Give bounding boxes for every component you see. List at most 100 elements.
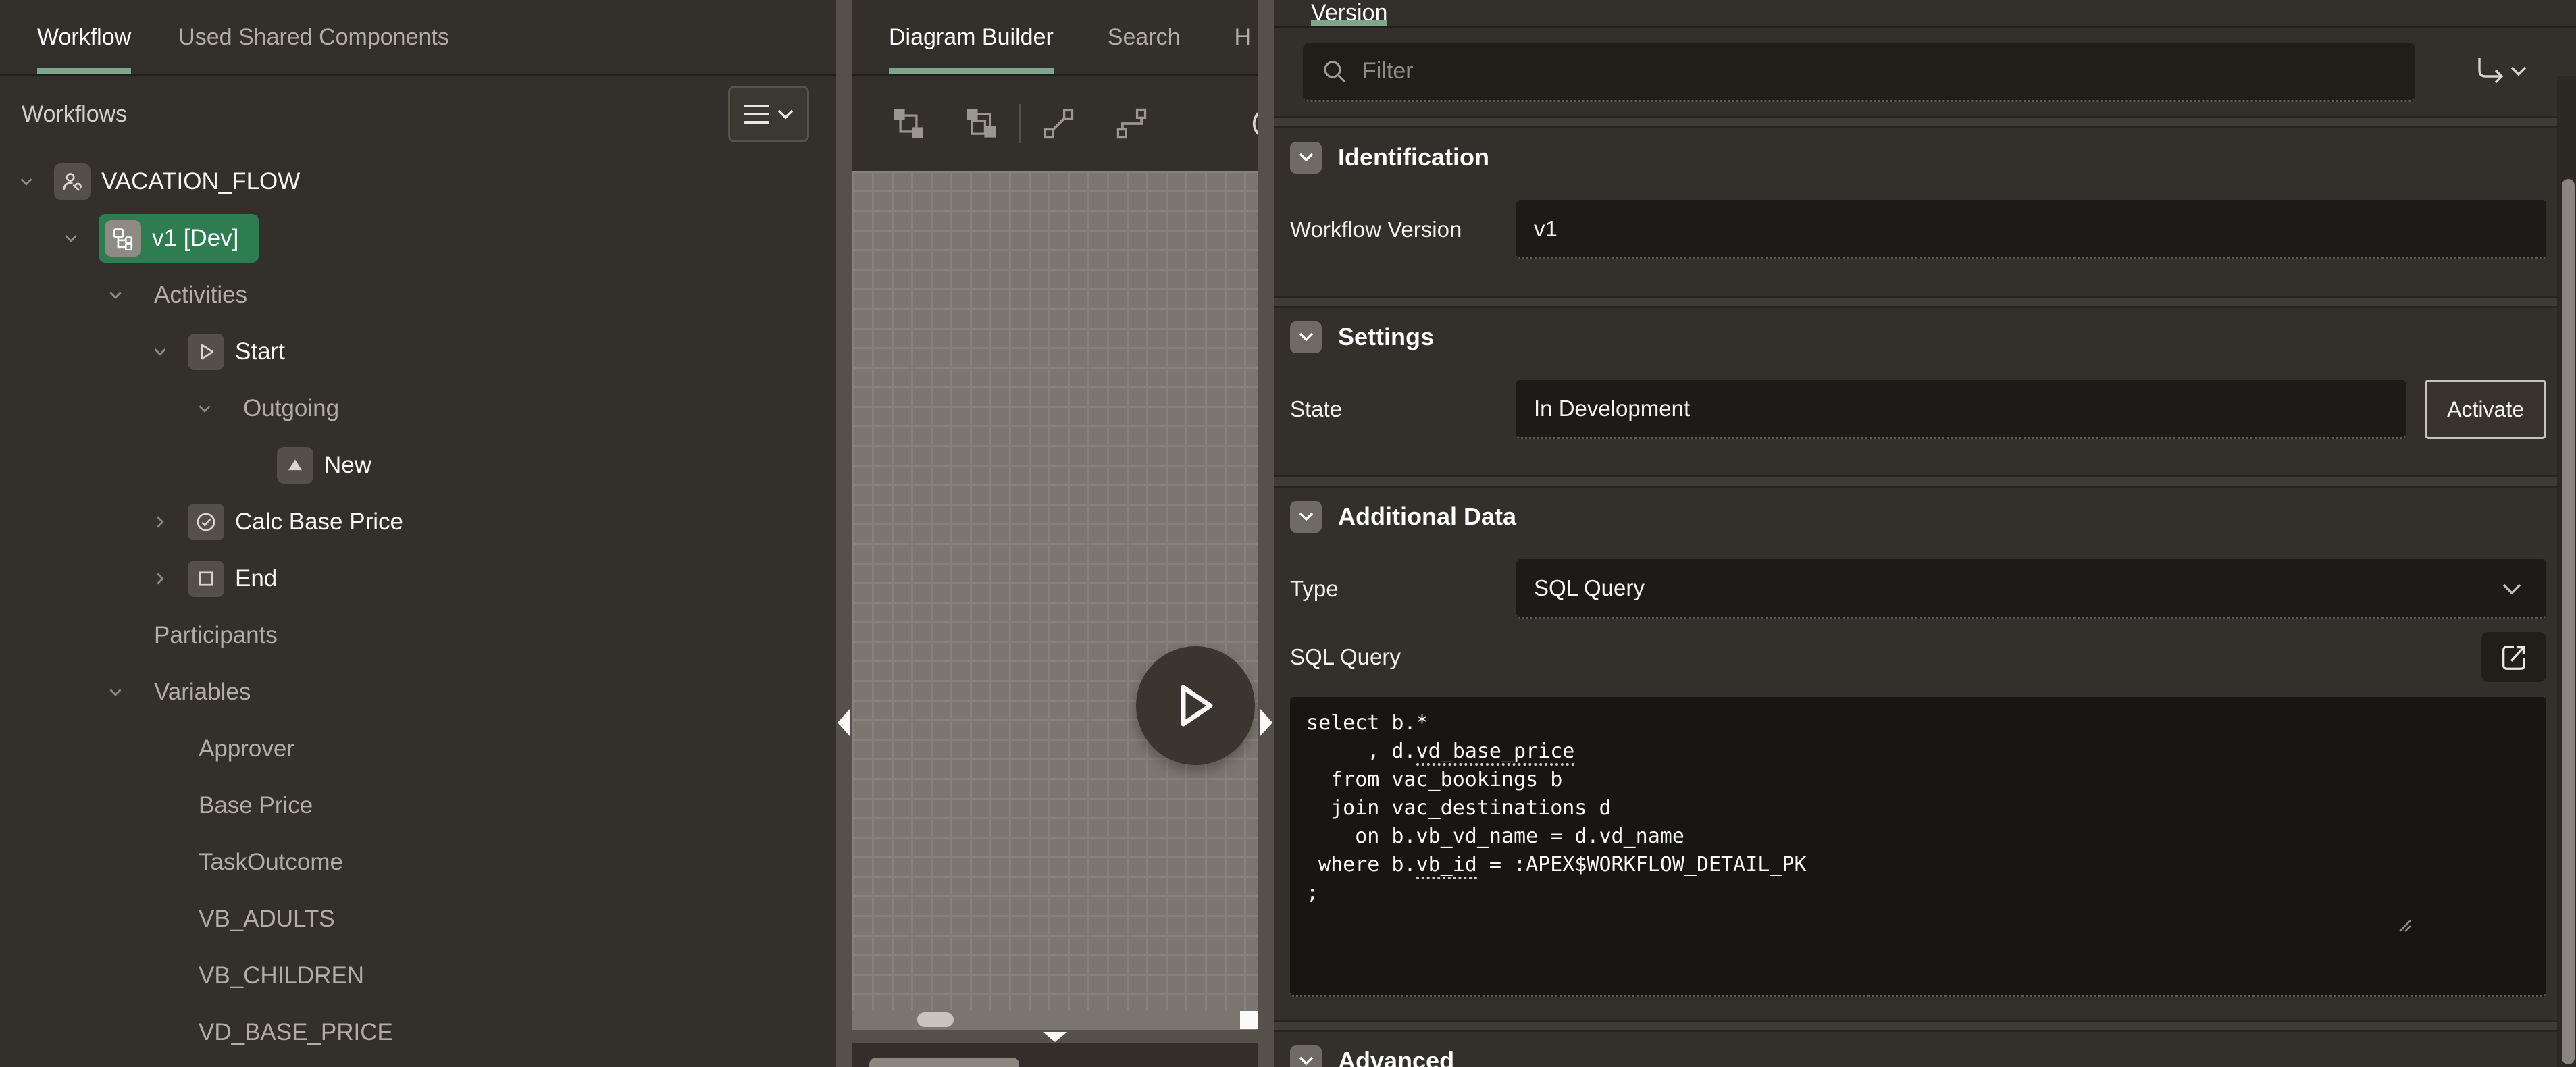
type-select[interactable]: [1516, 559, 2546, 619]
tree-item-label: VB_ADULTS: [199, 906, 335, 933]
tree-item-label: Activities: [154, 282, 247, 309]
collapse-identification-button[interactable]: [1290, 142, 1322, 174]
chevron-down-icon[interactable]: [195, 398, 232, 419]
section-divider: [1274, 475, 2557, 488]
tab-search[interactable]: Search: [1108, 0, 1181, 74]
sql-query-label: SQL Query: [1290, 644, 1516, 670]
tree-item-v1-dev[interactable]: v1 [Dev]: [0, 210, 836, 267]
collapse-settings-button[interactable]: [1290, 321, 1322, 353]
tree-menu-button[interactable]: [728, 86, 809, 142]
collapse-down-icon[interactable]: [1043, 1032, 1067, 1042]
chevron-down-icon[interactable]: [150, 342, 188, 362]
canvas-hscroll-thumb[interactable]: [917, 1012, 954, 1027]
tree-item-label: VD_BASE_PRICE: [199, 1019, 393, 1046]
canvas-hscrollbar[interactable]: [852, 1010, 1258, 1030]
workflow-designer-app: Workflow Used Shared Components Workflow…: [0, 0, 2576, 1067]
center-tabs: Diagram Builder Search H: [852, 0, 1258, 76]
collapse-additional-data-button[interactable]: [1290, 501, 1322, 533]
type-select-value[interactable]: [1516, 559, 2546, 619]
left-splitter[interactable]: [836, 0, 852, 1067]
tree-item-vb-children[interactable]: VB_CHILDREN: [0, 947, 836, 1004]
activate-button[interactable]: Activate: [2425, 380, 2546, 439]
workflows-header: Workflows: [0, 76, 836, 152]
chevron-down-icon[interactable]: [16, 172, 54, 192]
tab-history-clipped[interactable]: H: [1235, 0, 1252, 74]
tree-item-base-price[interactable]: Base Price: [0, 777, 836, 834]
tree-item-participants[interactable]: Participants: [0, 607, 836, 664]
tree-item-label: Outgoing: [243, 395, 339, 422]
chevron-right-icon[interactable]: [150, 512, 188, 532]
canvas-scroll-corner: [1240, 1011, 1258, 1029]
tree-item-label: Participants: [154, 622, 278, 649]
selected-tree-node[interactable]: v1 [Dev]: [99, 214, 259, 263]
filter-row: [1274, 28, 2557, 116]
tree-item-vd-base-price[interactable]: VD_BASE_PRICE: [0, 1004, 836, 1061]
diagram-panel: Diagram Builder Search H: [852, 0, 1258, 1067]
tree-item-label: New: [324, 452, 371, 479]
tab-used-shared-components[interactable]: Used Shared Components: [178, 0, 449, 74]
tree-item-start[interactable]: Start: [0, 323, 836, 380]
straight-connector-icon[interactable]: [1039, 103, 1079, 144]
open-in-editor-icon: [2498, 642, 2529, 673]
workflow-version-label: Workflow Version: [1290, 217, 1516, 242]
chevron-down-icon[interactable]: [105, 682, 143, 702]
bottom-dock-collapse-bar[interactable]: [852, 1030, 1258, 1043]
tab-version[interactable]: Version: [1311, 0, 1387, 26]
property-body: Identification Workflow Version Settings: [1274, 28, 2576, 1067]
state-input[interactable]: [1516, 380, 2406, 439]
tree-item-new[interactable]: New: [0, 437, 836, 494]
filter-input[interactable]: [1362, 58, 2398, 84]
tree-item-vb-adults[interactable]: VB_ADULTS: [0, 891, 836, 947]
chevron-right-icon[interactable]: [150, 569, 188, 589]
tree-item-taskoutcome[interactable]: TaskOutcome: [0, 834, 836, 891]
workflows-title: Workflows: [22, 101, 127, 128]
tree-item-label: End: [235, 565, 277, 592]
tree-item-calc-base-price[interactable]: Calc Base Price: [0, 494, 836, 550]
dock-item[interactable]: [869, 1058, 1019, 1067]
tree-item-outgoing[interactable]: Outgoing: [0, 380, 836, 437]
right-splitter[interactable]: [1258, 0, 1274, 1067]
play-icon: [188, 334, 224, 370]
right-panel-scroll-thumb[interactable]: [2562, 179, 2575, 1064]
tree-item-activities[interactable]: Activities: [0, 267, 836, 323]
section-divider: [1274, 116, 2557, 128]
section-divider: [1274, 296, 2557, 308]
collapse-left-icon[interactable]: [838, 709, 850, 736]
left-tabs: Workflow Used Shared Components: [0, 0, 836, 76]
tab-diagram-builder[interactable]: Diagram Builder: [889, 0, 1054, 74]
tab-workflow[interactable]: Workflow: [37, 0, 131, 74]
section-additional-data: Additional Data Type SQL Query: [1274, 488, 2557, 1020]
tree-item-variables[interactable]: Variables: [0, 664, 836, 721]
square-icon: [188, 561, 224, 597]
workflow-version-input[interactable]: [1516, 200, 2546, 259]
hamburger-icon: [743, 103, 770, 126]
open-code-editor-button[interactable]: [2481, 632, 2546, 682]
start-node[interactable]: [1136, 646, 1255, 765]
filter-box[interactable]: [1303, 43, 2415, 102]
triangle-up-icon: [277, 447, 313, 484]
tree-item-vacation-flow[interactable]: VACATION_FLOW: [0, 153, 836, 210]
zoom-in-icon[interactable]: [1248, 103, 1258, 144]
resize-handle-icon[interactable]: [2394, 858, 2541, 989]
play-icon: [1174, 682, 1217, 729]
collapse-right-icon[interactable]: [1260, 709, 1272, 736]
go-to-menu-button[interactable]: [2465, 45, 2539, 99]
select-objects-icon[interactable]: [888, 103, 929, 144]
section-title: Settings: [1338, 323, 1434, 351]
tree-item-end[interactable]: End: [0, 550, 836, 607]
section-advanced: Advanced: [1274, 1032, 2557, 1067]
section-identification: Identification Workflow Version: [1274, 128, 2557, 296]
workflow-tree: VACATION_FLOW v1 [Dev] Activities Start …: [0, 152, 836, 1067]
section-title: Advanced: [1338, 1047, 1454, 1067]
select-linked-objects-icon[interactable]: [961, 103, 1002, 144]
right-panel-scrollbar[interactable]: [2557, 76, 2576, 1067]
tree-item-label: Start: [235, 338, 285, 365]
elbow-connector-icon[interactable]: [1112, 103, 1152, 144]
chevron-down-icon[interactable]: [61, 228, 99, 249]
tree-item-label: v1 [Dev]: [152, 225, 238, 252]
diagram-canvas[interactable]: [852, 171, 1258, 1030]
tree-item-approver[interactable]: Approver: [0, 721, 836, 777]
collapse-advanced-button[interactable]: [1290, 1045, 1322, 1067]
chevron-down-icon[interactable]: [105, 285, 143, 305]
sql-query-editor[interactable]: select b.* , d.vd_base_price from vac_bo…: [1290, 697, 2546, 997]
